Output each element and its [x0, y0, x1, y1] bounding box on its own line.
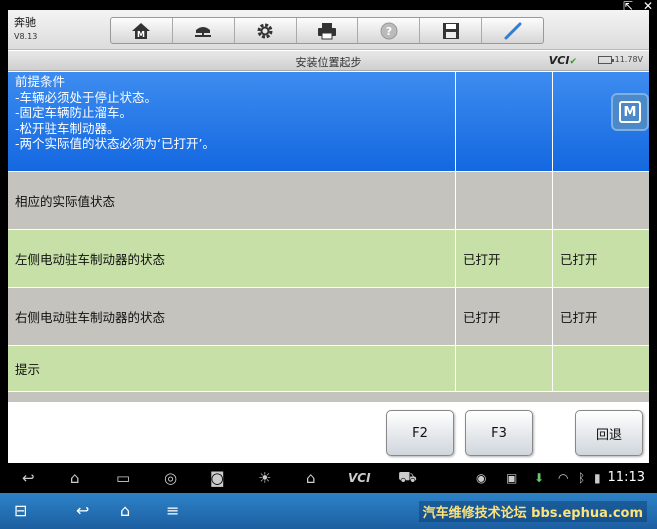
clock: 11:13: [607, 470, 645, 485]
screen-frame: ⇱ ✕ 奔驰 V8.13 M ? 安装位置起步 VCI✔ 11.78V 前提条件…: [0, 0, 657, 529]
version-label: V8.13: [14, 32, 38, 41]
recent-apps-icon[interactable]: ▭: [116, 468, 130, 488]
forum-watermark: 汽车维修技术论坛 bbs.ephua.com: [418, 501, 647, 522]
help-button[interactable]: ?: [358, 18, 421, 43]
row-label: 相应的实际值状态: [8, 172, 456, 229]
car-lift-icon: [195, 26, 212, 37]
check-icon: ✔: [569, 57, 577, 67]
precondition-line: -固定车辆防止溜车。: [15, 105, 133, 120]
data-table: 前提条件 -车辆必须处于停止状态。 -固定车辆防止溜车。 -松开驻车制动器。 -…: [8, 72, 649, 402]
row-label: 左侧电动驻车制动器的状态: [8, 230, 456, 287]
table-row-precondition[interactable]: 前提条件 -车辆必须处于停止状态。 -固定车辆防止溜车。 -松开驻车制动器。 -…: [8, 72, 649, 172]
bottom-bar: ⊟ ↩ ⌂ ≡ 汽车维修技术论坛 bbs.ephua.com: [0, 493, 657, 529]
precondition-line: -两个实际值的状态必须为‘已打开’。: [15, 136, 215, 151]
save-icon: [442, 22, 459, 39]
download-icon: ⬇: [534, 471, 545, 485]
vci-label: VCI: [548, 54, 570, 67]
svg-text:?: ?: [386, 25, 392, 38]
precondition-line: -车辆必须处于停止状态。: [15, 89, 158, 105]
chrome-icon[interactable]: ◎: [164, 468, 177, 488]
side-menu-button[interactable]: M: [611, 93, 649, 131]
settings-button[interactable]: [235, 18, 297, 43]
svg-text:M: M: [137, 30, 145, 39]
bluetooth-icon: ᛒ: [578, 471, 586, 485]
row-value-1: [456, 172, 553, 229]
help-icon: ?: [380, 22, 398, 39]
row-label: 右侧电动驻车制动器的状态: [8, 288, 456, 345]
header: 奔驰 V8.13 M ?: [8, 10, 649, 50]
row-value-2: [553, 172, 649, 229]
car-icon[interactable]: ⛟: [398, 468, 417, 488]
back-arrow-icon[interactable]: ↩: [22, 468, 35, 488]
android-nav-bar: ↩ ⌂ ▭ ◎ ◙ ☀ ⌂ VCI ⛟ ◉ ▣ ⬇ ◠ ᛒ ▮ 11:13: [8, 463, 649, 493]
battery-icon: ▮: [594, 471, 601, 485]
remote-app-icon[interactable]: ⊟: [14, 501, 27, 520]
row-value-1: [456, 346, 553, 391]
save-button[interactable]: [420, 18, 483, 43]
car-lift-button[interactable]: [173, 18, 235, 43]
function-keys: F2 F3 回退: [8, 402, 649, 463]
app-window: 奔驰 V8.13 M ? 安装位置起步 VCI✔ 11.78V 前提条件 -车辆…: [8, 10, 649, 463]
table-row[interactable]: 提示: [8, 346, 649, 392]
vci-app-icon[interactable]: VCI: [348, 468, 371, 488]
row-value-2: 已打开: [560, 310, 598, 325]
row-value-1: 已打开: [456, 230, 553, 287]
f2-button[interactable]: F2: [386, 410, 454, 456]
title-bar: 安装位置起步 VCI✔ 11.78V: [8, 51, 649, 71]
row-value-2: 已打开: [560, 252, 598, 267]
wifi-icon: ◠: [558, 471, 569, 485]
brand-name: 奔驰: [14, 16, 36, 29]
row-value-2: [553, 346, 649, 391]
battery-voltage: 11.78V: [614, 55, 643, 64]
screen-icon: ▣: [506, 471, 518, 485]
m-logo-icon: M: [619, 101, 641, 123]
home-icon: M: [132, 22, 151, 39]
f3-button[interactable]: F3: [465, 410, 533, 456]
row-value-1: 已打开: [456, 288, 553, 345]
home-button[interactable]: M: [111, 18, 173, 43]
row-label: 提示: [8, 346, 456, 391]
gear-icon: [257, 23, 273, 38]
camera-icon[interactable]: ◙: [210, 468, 225, 488]
printer-icon: [318, 22, 336, 39]
toolbar: M ?: [110, 17, 544, 44]
pen-button[interactable]: [482, 18, 543, 43]
table-cell: [456, 72, 553, 171]
table-row: [8, 392, 649, 402]
print-button[interactable]: [297, 18, 359, 43]
table-row[interactable]: 相应的实际值状态: [8, 172, 649, 230]
table-row[interactable]: 左侧电动驻车制动器的状态 已打开 已打开: [8, 230, 649, 288]
back-icon[interactable]: ↩: [76, 501, 89, 520]
precondition-line: 前提条件: [15, 74, 66, 89]
eye-icon: ◉: [476, 471, 487, 485]
table-row[interactable]: 右侧电动驻车制动器的状态 已打开 已打开: [8, 288, 649, 346]
precondition-text: 前提条件 -车辆必须处于停止状态。 -固定车辆防止溜车。 -松开驻车制动器。 -…: [8, 72, 456, 171]
home-icon[interactable]: ⌂: [70, 468, 80, 488]
back-button[interactable]: 回退: [575, 410, 643, 456]
vci-status: VCI✔: [549, 54, 577, 67]
pen-icon: [504, 22, 522, 39]
battery-status: 11.78V: [597, 55, 643, 64]
battery-icon: [597, 55, 614, 64]
menu-icon[interactable]: ≡: [166, 501, 179, 520]
home-icon[interactable]: ⌂: [120, 501, 130, 520]
mercedes-app-icon[interactable]: ⌂: [306, 468, 316, 488]
precondition-line: -松开驻车制动器。: [15, 120, 120, 136]
brightness-icon[interactable]: ☀: [258, 468, 271, 488]
